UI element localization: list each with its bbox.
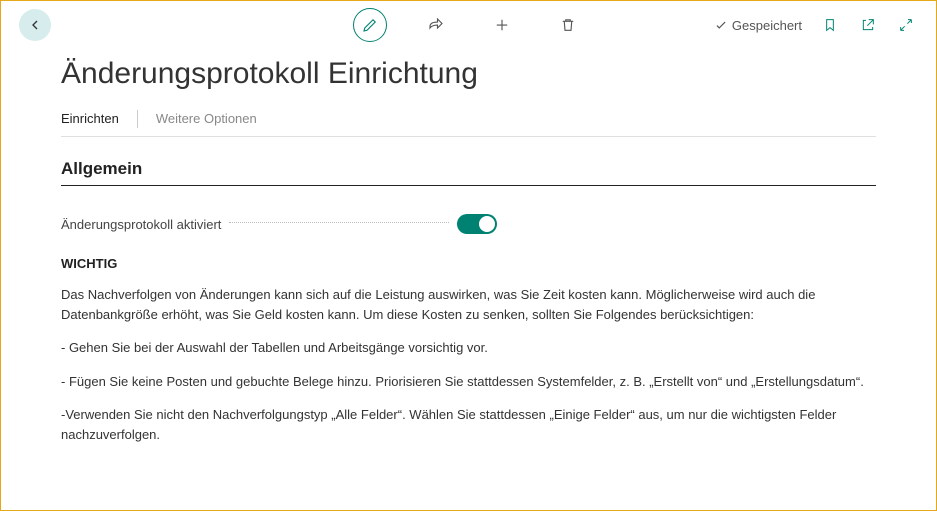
arrow-left-icon bbox=[27, 17, 43, 33]
content: Änderungsprotokoll Einrichtung Einrichte… bbox=[1, 57, 936, 478]
topbar: Gespeichert bbox=[1, 1, 936, 49]
page-title: Änderungsprotokoll Einrichtung bbox=[61, 57, 876, 91]
notice-p4: -Verwenden Sie nicht den Nachverfolgungs… bbox=[61, 405, 876, 444]
notice-p2: - Gehen Sie bei der Auswahl der Tabellen… bbox=[61, 338, 876, 358]
tab-setup[interactable]: Einrichten bbox=[61, 109, 119, 128]
new-button[interactable] bbox=[485, 8, 519, 42]
share-icon bbox=[427, 16, 445, 34]
toolbar-right: Gespeichert bbox=[714, 15, 926, 35]
tab-more-options[interactable]: Weitere Optionen bbox=[156, 109, 257, 128]
delete-button[interactable] bbox=[551, 8, 585, 42]
tab-separator bbox=[137, 110, 138, 128]
expand-button[interactable] bbox=[896, 15, 916, 35]
saved-indicator: Gespeichert bbox=[714, 18, 802, 33]
notice-p3: - Fügen Sie keine Posten und gebuchte Be… bbox=[61, 372, 876, 392]
notice-heading: WICHTIG bbox=[61, 256, 876, 271]
activated-label: Änderungsprotokoll aktiviert bbox=[61, 217, 221, 232]
notice-p1: Das Nachverfolgen von Änderungen kann si… bbox=[61, 285, 876, 324]
back-button[interactable] bbox=[19, 9, 51, 41]
section-general: Allgemein bbox=[61, 159, 876, 186]
plus-icon bbox=[493, 16, 511, 34]
pencil-icon bbox=[361, 16, 379, 34]
share-button[interactable] bbox=[419, 8, 453, 42]
saved-label: Gespeichert bbox=[732, 18, 802, 33]
expand-icon bbox=[898, 17, 914, 33]
check-icon bbox=[714, 18, 728, 32]
trash-icon bbox=[559, 16, 577, 34]
action-tabs: Einrichten Weitere Optionen bbox=[61, 109, 876, 137]
bookmark-button[interactable] bbox=[820, 15, 840, 35]
toolbar-center bbox=[353, 8, 585, 42]
dotted-leader bbox=[229, 222, 449, 223]
popout-button[interactable] bbox=[858, 15, 878, 35]
activated-toggle[interactable] bbox=[457, 214, 497, 234]
popout-icon bbox=[860, 17, 876, 33]
field-activated: Änderungsprotokoll aktiviert bbox=[61, 214, 876, 234]
edit-button[interactable] bbox=[353, 8, 387, 42]
bookmark-icon bbox=[822, 17, 838, 33]
